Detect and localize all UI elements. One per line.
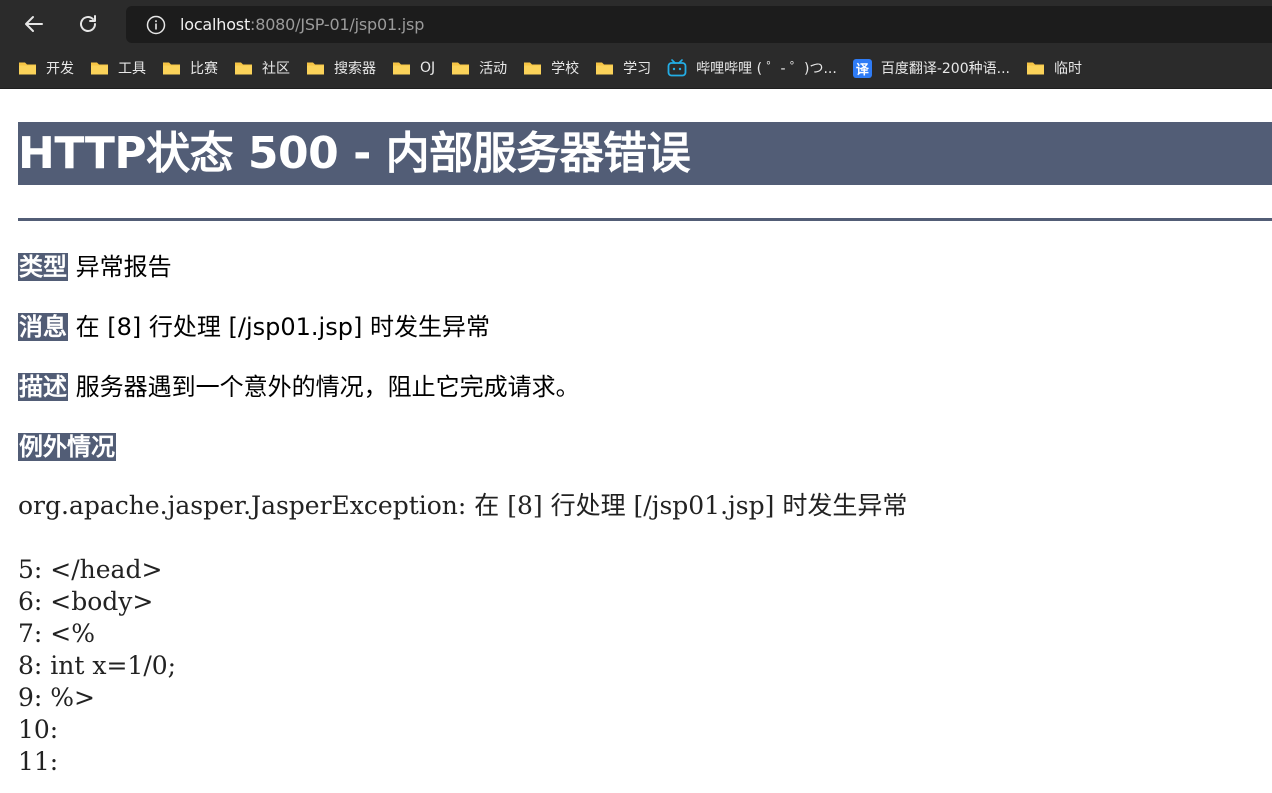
exception-label: 例外情况 xyxy=(18,433,116,461)
bookmark-bilibili[interactable]: 哔哩哔哩 ( ゜- ゜)つ... xyxy=(665,53,843,83)
folder-icon xyxy=(306,60,325,76)
url-path: :8080/JSP-01/jsp01.jsp xyxy=(250,15,425,34)
exception-heading-row: 例外情况 xyxy=(18,430,1272,464)
bookmark-label: 社区 xyxy=(262,61,290,77)
source-line: 8: int x=1/0; xyxy=(18,651,177,680)
back-button[interactable] xyxy=(14,4,54,44)
folder-icon xyxy=(1026,60,1045,76)
message-label: 消息 xyxy=(18,313,68,341)
folder-icon xyxy=(90,60,109,76)
folder-icon xyxy=(162,60,181,76)
description-row: 描述 服务器遇到一个意外的情况，阻止它完成请求。 xyxy=(18,370,1272,404)
source-line: 11: xyxy=(18,747,59,776)
message-row: 消息 在 [8] 行处理 [/jsp01.jsp] 时发生异常 xyxy=(18,310,1272,344)
type-value: 异常报告 xyxy=(75,253,172,281)
bookmark-folder-kaifa[interactable]: 开发 xyxy=(16,53,80,83)
bookmark-label: 活动 xyxy=(479,61,508,77)
bookmark-label: 学校 xyxy=(551,61,580,77)
source-line: 5: </head> xyxy=(18,555,163,584)
translate-icon: 译 xyxy=(852,58,872,78)
folder-icon xyxy=(392,60,411,76)
bookmark-folder-shequ[interactable]: 社区 xyxy=(232,53,296,83)
source-line: 10: xyxy=(18,715,59,744)
folder-icon xyxy=(523,60,542,76)
bookmarks-bar: 开发 工具 比赛 社区 搜索器 OJ 活动 学校 学习 哔哩哔哩 ( ゜- ゜)… xyxy=(0,48,1272,89)
bookmark-label: 比赛 xyxy=(190,61,218,77)
description-value: 服务器遇到一个意外的情况，阻止它完成请求。 xyxy=(75,373,580,401)
bookmark-folder-xuexi[interactable]: 学习 xyxy=(593,53,657,83)
bookmark-label: 哔哩哔哩 ( ゜- ゜)つ... xyxy=(696,61,837,77)
address-bar[interactable]: localhost:8080/JSP-01/jsp01.jsp xyxy=(126,6,1272,43)
source-line: 9: %> xyxy=(18,683,95,712)
bookmark-folder-gongju[interactable]: 工具 xyxy=(88,53,152,83)
info-icon[interactable] xyxy=(146,15,166,35)
bookmark-label: 百度翻译-200种语... xyxy=(880,61,1010,77)
description-label: 描述 xyxy=(18,373,68,401)
page-title: HTTP状态 500 - 内部服务器错误 xyxy=(18,122,1272,185)
bookmark-folder-linshi[interactable]: 临时 xyxy=(1024,53,1088,83)
bookmark-label: 临时 xyxy=(1053,61,1082,77)
type-label: 类型 xyxy=(18,253,68,281)
message-value: 在 [8] 行处理 [/jsp01.jsp] 时发生异常 xyxy=(75,313,490,341)
folder-icon xyxy=(234,60,253,76)
divider xyxy=(18,218,1272,221)
bookmark-label: 搜索器 xyxy=(334,61,376,77)
exception-line: org.apache.jasper.JasperException: 在 [8]… xyxy=(18,491,908,520)
folder-icon xyxy=(451,60,470,76)
bookmark-folder-sousuoqi[interactable]: 搜索器 xyxy=(304,53,382,83)
source-line: 6: <body> xyxy=(18,587,154,616)
source-lines: 5: </head> 6: <body> 7: <% 8: int x=1/0; 9: … xyxy=(18,554,1272,778)
folder-icon xyxy=(595,60,614,76)
bookmark-folder-oj[interactable]: OJ xyxy=(390,53,441,83)
type-row: 类型 异常报告 xyxy=(18,250,1272,284)
url-text[interactable]: localhost:8080/JSP-01/jsp01.jsp xyxy=(180,15,424,34)
bookmark-baidu-translate[interactable]: 译 百度翻译-200种语... xyxy=(851,53,1016,83)
back-arrow-icon xyxy=(25,16,43,32)
bookmark-folder-bisai[interactable]: 比赛 xyxy=(160,53,224,83)
source-line: 7: <% xyxy=(18,619,95,648)
bookmark-folder-xuexiao[interactable]: 学校 xyxy=(521,53,585,83)
error-page: HTTP状态 500 - 内部服务器错误 类型 异常报告 消息 在 [8] 行处… xyxy=(18,89,1272,778)
bookmark-label: OJ xyxy=(420,60,436,76)
bookmark-folder-huodong[interactable]: 活动 xyxy=(449,53,513,83)
url-host: localhost xyxy=(180,15,251,34)
stack-trace: org.apache.jasper.JasperException: 在 [8]… xyxy=(18,490,1272,778)
bookmark-label: 工具 xyxy=(118,61,146,77)
reload-icon xyxy=(80,15,96,32)
bilibili-icon xyxy=(667,59,687,77)
folder-icon xyxy=(18,60,37,76)
browser-toolbar: localhost:8080/JSP-01/jsp01.jsp xyxy=(0,0,1272,48)
reload-button[interactable] xyxy=(68,4,108,44)
bookmark-label: 学习 xyxy=(623,61,652,77)
bookmark-label: 开发 xyxy=(46,61,74,77)
